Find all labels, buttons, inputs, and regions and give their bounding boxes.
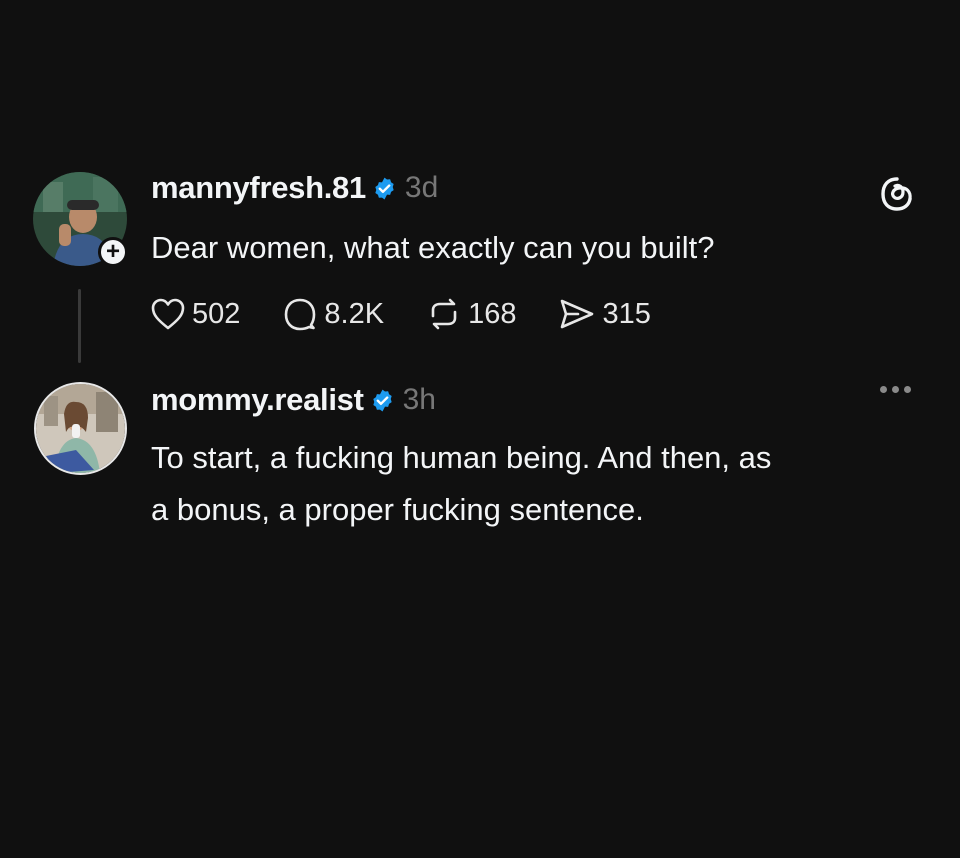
like-count: 502 (192, 297, 241, 330)
post-header: mannyfresh.81 3d (151, 168, 438, 208)
more-icon[interactable] (880, 386, 911, 393)
avatar-mommy-realist[interactable] (34, 382, 127, 475)
repost-button[interactable]: 168 (426, 297, 516, 331)
follow-plus-icon[interactable]: + (98, 237, 128, 267)
verified-icon (372, 389, 392, 411)
comment-icon (285, 298, 316, 331)
threads-logo-icon[interactable] (879, 176, 915, 212)
share-button[interactable]: 315 (558, 297, 651, 331)
username[interactable]: mommy.realist (151, 382, 364, 418)
share-icon (561, 299, 594, 329)
post-header: mommy.realist 3h (151, 380, 436, 420)
heart-icon (151, 298, 185, 330)
share-count: 315 (602, 297, 651, 330)
more-dot (904, 386, 911, 393)
post-text-line: a bonus, a proper fucking sentence. (151, 492, 644, 527)
post-text-line: To start, a fucking human being. And the… (151, 440, 772, 475)
thread-line (78, 289, 81, 363)
post-text: Dear women, what exactly can you built? (151, 230, 715, 265)
like-button[interactable]: 502 (150, 297, 240, 331)
verified-icon (375, 177, 394, 199)
more-dot (892, 386, 899, 393)
more-dot (880, 386, 887, 393)
reply-button[interactable]: 8.2K (282, 297, 384, 331)
post-time: 3h (402, 383, 436, 416)
repost-count: 168 (468, 297, 517, 330)
post-time: 3d (404, 171, 439, 204)
reply-count: 8.2K (324, 297, 385, 330)
username[interactable]: mannyfresh.81 (151, 170, 366, 206)
avatar-photo (36, 384, 125, 473)
repost-icon (431, 298, 457, 330)
post-text: To start, a fucking human being. And the… (151, 432, 931, 536)
post-actions: 502 8.2K 168 315 (150, 294, 693, 334)
